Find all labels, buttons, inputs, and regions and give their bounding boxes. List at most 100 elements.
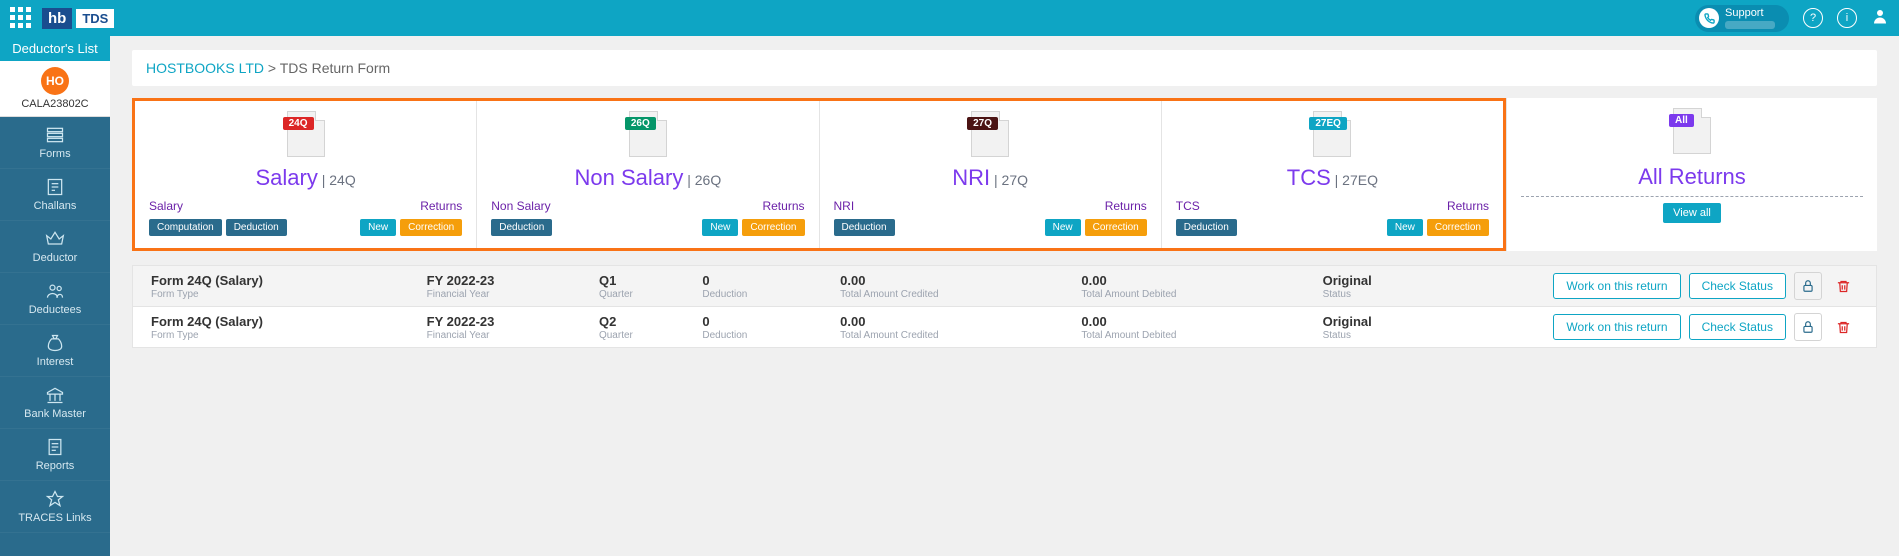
card-title: TCS | 27EQ bbox=[1176, 165, 1489, 191]
trash-icon[interactable] bbox=[1830, 272, 1858, 300]
link-icon bbox=[44, 489, 66, 509]
correction-button[interactable]: Correction bbox=[1427, 219, 1489, 236]
card-left-label: TCS bbox=[1176, 199, 1200, 213]
cell-credited: 0.00 bbox=[840, 273, 1065, 288]
breadcrumb-sep: > bbox=[268, 60, 276, 76]
topbar: hb TDS Support ? i bbox=[0, 0, 1899, 36]
card-right-label: Returns bbox=[1447, 199, 1489, 213]
nav-interest[interactable]: Interest bbox=[0, 325, 110, 377]
info-icon[interactable]: i bbox=[1837, 8, 1857, 28]
users-icon bbox=[44, 281, 66, 301]
form-tag: 27EQ bbox=[1309, 117, 1347, 130]
check-status-button[interactable]: Check Status bbox=[1689, 273, 1786, 299]
breadcrumb-link[interactable]: HOSTBOOKS LTD bbox=[146, 60, 264, 76]
deduction-button[interactable]: Deduction bbox=[491, 219, 552, 236]
cell-status: Original bbox=[1323, 314, 1445, 329]
crown-icon bbox=[44, 229, 66, 249]
support-number-redacted bbox=[1725, 21, 1775, 29]
reports-icon bbox=[44, 437, 66, 457]
cell-deduction: 0 bbox=[702, 314, 824, 329]
forms-icon bbox=[44, 125, 66, 145]
doc-icon: 24Q bbox=[287, 111, 325, 157]
help-icon[interactable]: ? bbox=[1803, 8, 1823, 28]
card-right-label: Returns bbox=[420, 199, 462, 213]
support-chip[interactable]: Support bbox=[1695, 5, 1789, 32]
card-title: Salary | 24Q bbox=[149, 165, 462, 191]
lock-icon[interactable] bbox=[1794, 313, 1822, 341]
new-button[interactable]: New bbox=[1387, 219, 1423, 236]
work-on-return-button[interactable]: Work on this return bbox=[1553, 314, 1680, 340]
check-status-button[interactable]: Check Status bbox=[1689, 314, 1786, 340]
highlight-box: 24Q Salary | 24Q Salary Returns Computat… bbox=[132, 98, 1506, 251]
card-salary: 24Q Salary | 24Q Salary Returns Computat… bbox=[135, 101, 477, 248]
nav-challans[interactable]: Challans bbox=[0, 169, 110, 221]
cell-quarter: Q2 bbox=[599, 314, 686, 329]
form-tag: 24Q bbox=[283, 117, 314, 130]
doc-icon: 27Q bbox=[971, 111, 1009, 157]
cell-formtype: Form 24Q (Salary) bbox=[151, 314, 411, 329]
nav-label: Challans bbox=[34, 200, 77, 212]
doc-icon: 26Q bbox=[629, 111, 667, 157]
support-label: Support bbox=[1725, 8, 1775, 19]
card-left-label: NRI bbox=[834, 199, 855, 213]
doc-icon: All bbox=[1673, 108, 1711, 154]
view-all-button[interactable]: View all bbox=[1663, 203, 1721, 223]
nav-label: Deductor bbox=[33, 252, 78, 264]
cards-row: 24Q Salary | 24Q Salary Returns Computat… bbox=[132, 98, 1877, 251]
table-row: Form 24Q (Salary)Form Type FY 2022-23Fin… bbox=[133, 307, 1876, 347]
nav-deductees[interactable]: Deductees bbox=[0, 273, 110, 325]
nav-reports[interactable]: Reports bbox=[0, 429, 110, 481]
nav-traces[interactable]: TRACES Links bbox=[0, 481, 110, 533]
cell-quarter: Q1 bbox=[599, 273, 686, 288]
deductor-card[interactable]: HO CALA23802C bbox=[0, 61, 110, 117]
nav-bankmaster[interactable]: Bank Master bbox=[0, 377, 110, 429]
nav-deductor[interactable]: Deductor bbox=[0, 221, 110, 273]
phone-icon bbox=[1699, 8, 1719, 28]
table-row: Form 24Q (Salary)Form Type FY 2022-23Fin… bbox=[133, 266, 1876, 307]
breadcrumb: HOSTBOOKS LTD > TDS Return Form bbox=[132, 50, 1877, 86]
trash-icon[interactable] bbox=[1830, 313, 1858, 341]
cell-debited: 0.00 bbox=[1081, 273, 1306, 288]
cell-fy: FY 2022-23 bbox=[427, 314, 583, 329]
computation-button[interactable]: Computation bbox=[149, 219, 222, 236]
form-tag: 26Q bbox=[625, 117, 656, 130]
doc-icon: 27EQ bbox=[1313, 111, 1351, 157]
nav-forms[interactable]: Forms bbox=[0, 117, 110, 169]
card-nri: 27Q NRI | 27Q NRI Returns Deduction bbox=[820, 101, 1162, 248]
nav-label: Forms bbox=[39, 148, 70, 160]
correction-button[interactable]: Correction bbox=[400, 219, 462, 236]
deduction-button[interactable]: Deduction bbox=[226, 219, 287, 236]
avatar: HO bbox=[41, 67, 69, 95]
form-tag: 27Q bbox=[967, 117, 998, 130]
user-icon[interactable] bbox=[1871, 7, 1889, 30]
deduction-button[interactable]: Deduction bbox=[834, 219, 895, 236]
correction-button[interactable]: Correction bbox=[1085, 219, 1147, 236]
cell-deduction: 0 bbox=[702, 273, 824, 288]
deductor-list-header: Deductor's List bbox=[0, 36, 110, 61]
work-on-return-button[interactable]: Work on this return bbox=[1553, 273, 1680, 299]
nav-label: Interest bbox=[37, 356, 74, 368]
returns-table: Form 24Q (Salary)Form Type FY 2022-23Fin… bbox=[132, 265, 1877, 348]
logo[interactable]: hb TDS bbox=[42, 8, 114, 29]
moneybag-icon bbox=[44, 333, 66, 353]
sidebar: Deductor's List HO CALA23802C Forms Chal… bbox=[0, 36, 110, 556]
card-title: Non Salary | 26Q bbox=[491, 165, 804, 191]
card-left-label: Salary bbox=[149, 199, 183, 213]
cell-debited: 0.00 bbox=[1081, 314, 1306, 329]
cell-status: Original bbox=[1323, 273, 1445, 288]
correction-button[interactable]: Correction bbox=[742, 219, 804, 236]
new-button[interactable]: New bbox=[360, 219, 396, 236]
nav-label: Reports bbox=[36, 460, 75, 472]
apps-grid-icon[interactable] bbox=[10, 7, 32, 29]
main-content: HOSTBOOKS LTD > TDS Return Form 24Q Sala… bbox=[110, 36, 1899, 556]
breadcrumb-current: TDS Return Form bbox=[280, 60, 390, 76]
new-button[interactable]: New bbox=[702, 219, 738, 236]
card-right-label: Returns bbox=[1105, 199, 1147, 213]
deduction-button[interactable]: Deduction bbox=[1176, 219, 1237, 236]
lock-icon[interactable] bbox=[1794, 272, 1822, 300]
cell-credited: 0.00 bbox=[840, 314, 1065, 329]
form-tag: All bbox=[1669, 114, 1694, 127]
card-title: NRI | 27Q bbox=[834, 165, 1147, 191]
nav-label: Deductees bbox=[29, 304, 82, 316]
new-button[interactable]: New bbox=[1045, 219, 1081, 236]
